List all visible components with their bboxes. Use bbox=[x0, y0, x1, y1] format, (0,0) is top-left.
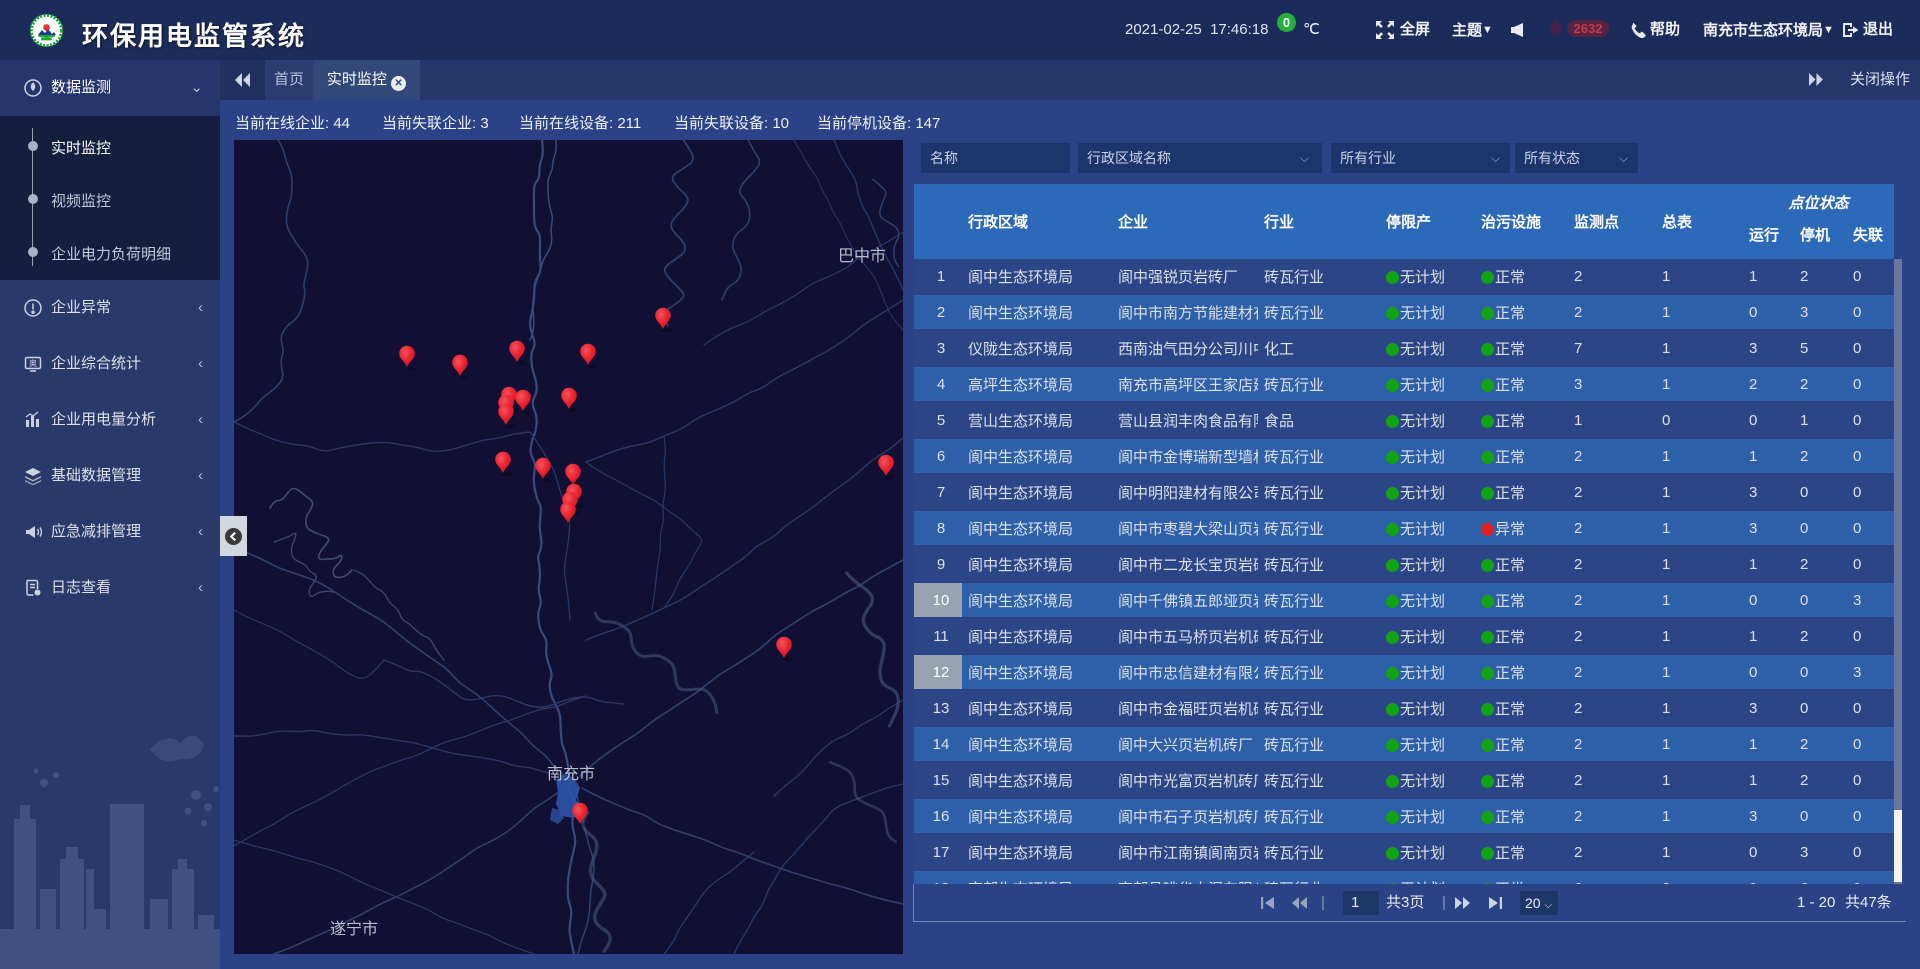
svg-text:奥: 奥 bbox=[29, 358, 37, 368]
svg-text:巴中市: 巴中市 bbox=[838, 247, 886, 265]
svg-text:遂宁市: 遂宁市 bbox=[330, 920, 378, 938]
svg-text:南充市: 南充市 bbox=[547, 765, 595, 783]
